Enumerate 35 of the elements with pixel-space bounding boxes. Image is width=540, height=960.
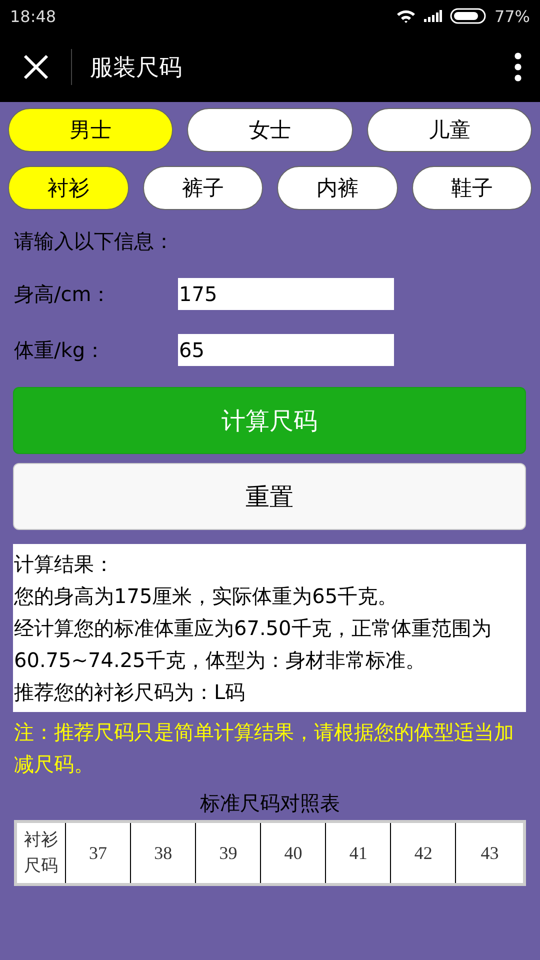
gender-tab[interactable]: 儿童 (366, 108, 532, 152)
battery-level: 77% (494, 6, 530, 26)
table-cell: 37 (89, 842, 108, 862)
status-time: 18:48 (10, 6, 56, 26)
table-cell: 40 (284, 842, 302, 862)
signal-icon (424, 10, 442, 22)
category-tab[interactable]: 裤子 (142, 166, 263, 210)
category-tab[interactable]: 鞋子 (412, 166, 532, 210)
table-header-cell: 衬衫尺码 (24, 830, 58, 876)
category-tab[interactable]: 衬衫 (8, 166, 128, 210)
result-text: 您的身高为175厘米，实际体重为65千克。 (14, 583, 399, 610)
field-label: 身高/cm： (13, 280, 112, 308)
wifi-icon (396, 9, 416, 23)
gender-tab[interactable]: 女士 (187, 108, 353, 152)
table-cell: 41 (349, 842, 368, 862)
category-tab[interactable]: 内裤 (277, 166, 398, 210)
close-icon[interactable] (23, 54, 49, 80)
field-label: 体重/kg： (13, 336, 106, 364)
reset-button[interactable]: 重置 (13, 463, 526, 530)
result-text: 推荐您的衬衫尺码为：L码 (14, 679, 246, 706)
battery-icon (450, 8, 486, 24)
result-text: 经计算您的标准体重应为67.50千克，正常体重范围为60.75~74.25千克，体型为：身材非常标准。 (14, 615, 492, 674)
input-field[interactable]: 175 (178, 278, 394, 310)
table-cell: 42 (414, 842, 432, 862)
table-title: 标准尺码对照表 (199, 790, 341, 816)
note-text: 注：推荐尺码只是简单计算结果，请根据您的体型适当加减尺码。 (14, 719, 515, 778)
table-cell: 43 (480, 842, 499, 862)
form-prompt: 请输入以下信息： (14, 228, 175, 255)
more-icon[interactable] (514, 52, 522, 82)
table-cell: 39 (219, 842, 238, 862)
result-text: 计算结果： (14, 551, 115, 578)
gender-tab[interactable]: 男士 (8, 108, 174, 152)
input-field[interactable]: 65 (178, 334, 394, 366)
page-title: 服装尺码 (90, 54, 183, 82)
table-cell: 38 (154, 842, 172, 862)
